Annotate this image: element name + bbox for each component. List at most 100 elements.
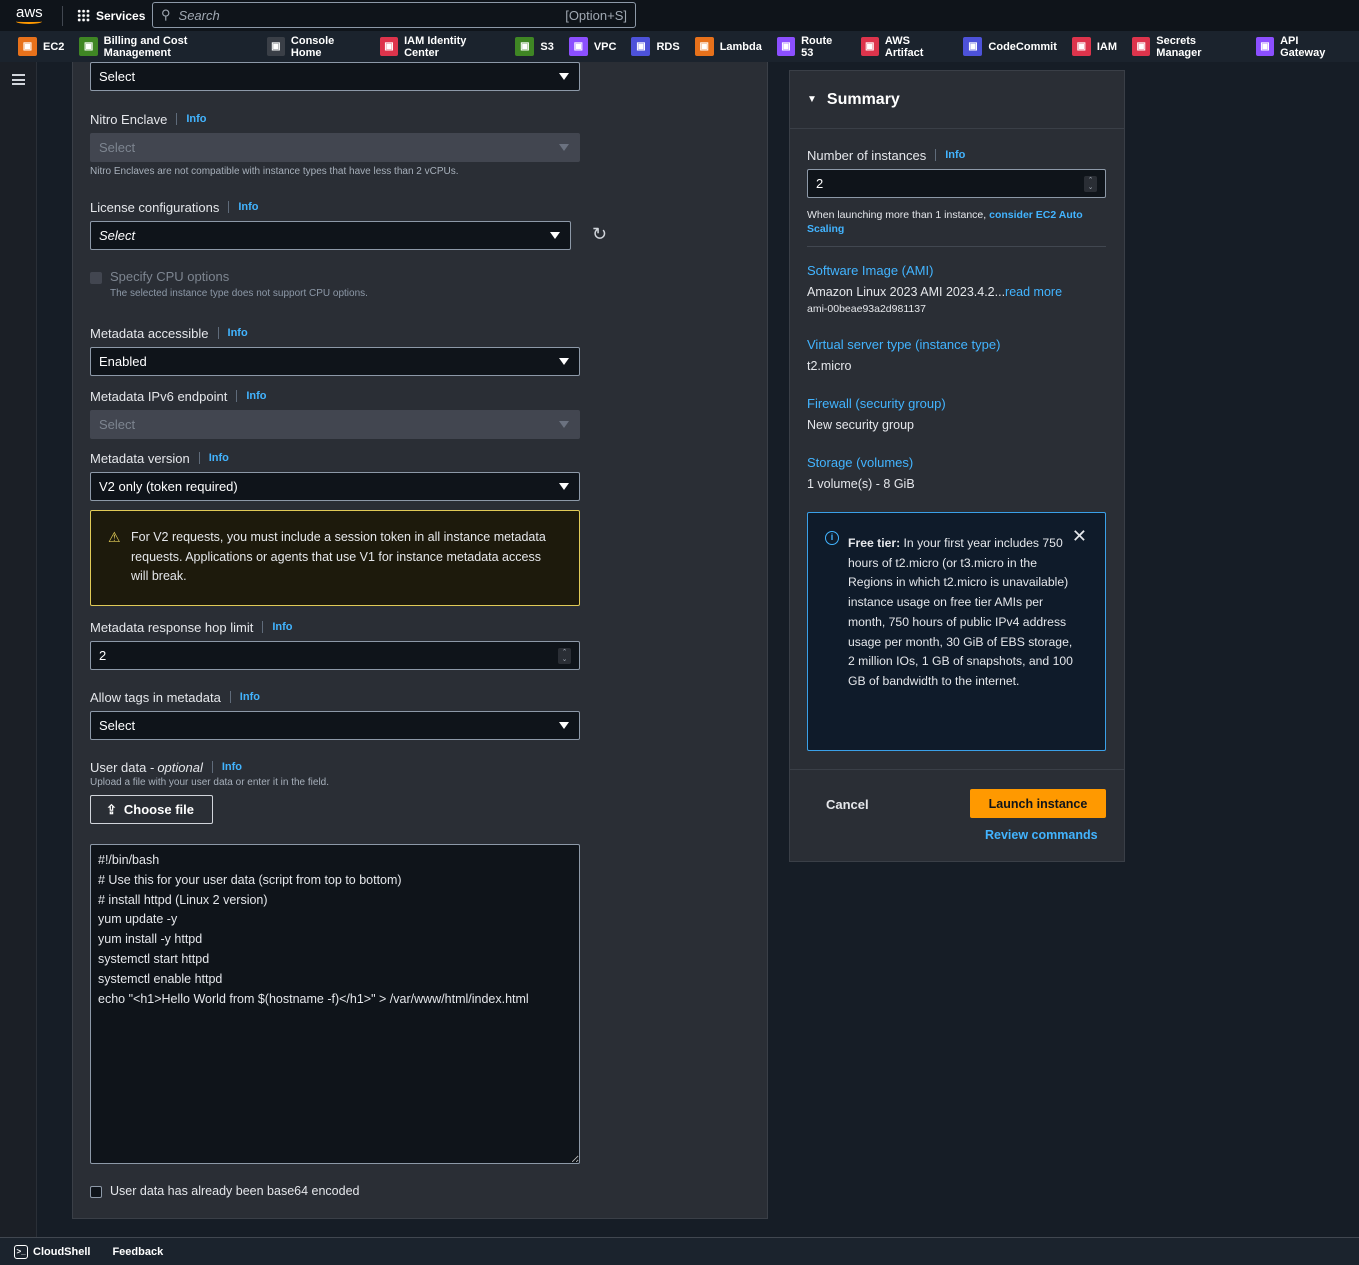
cancel-button[interactable]: Cancel [826,797,869,812]
ami-link[interactable]: Software Image (AMI) [807,263,1106,278]
route53-icon: ▣ [776,37,796,56]
ami-id: ami-00beae93a2d981137 [807,303,926,315]
favorite-label: EC2 [43,40,65,53]
services-menu-button[interactable]: Services [77,9,145,23]
caret-down-icon: ▼ [807,94,817,105]
stepper-icon[interactable]: ⌃ ⌄ [1084,176,1097,192]
choose-file-button[interactable]: ⇪ Choose file [90,795,213,824]
info-link[interactable]: Info [262,621,292,633]
info-link[interactable]: Info [211,761,242,773]
allow-tags-select[interactable]: Select [90,711,580,740]
cloudshell-button[interactable]: >_ CloudShell [14,1244,90,1259]
optional-label: optional [157,759,203,775]
read-more-link[interactable]: read more [1005,285,1062,299]
lambda-icon: ▣ [694,37,714,56]
identity-center-icon: ▣ [379,37,399,56]
upload-icon: ⇪ [106,801,117,817]
info-link[interactable]: Info [229,691,260,703]
metadata-warning-alert: ⚠ For V2 requests, you must include a ses… [90,510,580,606]
favorite-vpc[interactable]: ▣ VPC [568,37,617,56]
summary-header[interactable]: ▼ Summary [790,71,1124,129]
metadata-version-select[interactable]: V2 only (token required) [90,472,580,501]
cpu-options-checkbox [90,271,102,284]
license-select[interactable]: Select [90,221,571,250]
top-nav: aws Services ⚲ Search [Option+S] [0,0,1359,31]
favorite-iam[interactable]: ▣ IAM [1071,37,1118,56]
caret-down-icon [559,73,569,80]
info-link[interactable]: Info [176,113,206,125]
base64-checkbox[interactable] [90,1185,102,1198]
favorite-billing-and-cost-management[interactable]: ▣ Billing and Cost Management [79,35,251,59]
favorite-s3[interactable]: ▣ S3 [515,37,554,56]
ec2-icon: ▣ [18,37,37,56]
favorite-rds[interactable]: ▣ RDS [631,37,680,56]
favorite-iam-identity-center[interactable]: ▣ IAM Identity Center [379,34,501,59]
favorite-label: Lambda [719,40,762,53]
license-label: License configurations [90,199,220,215]
favorite-codecommit[interactable]: ▣ CodeCommit [963,37,1057,56]
favorite-label: IAM [1096,40,1118,53]
user-data-textarea[interactable]: #!/bin/bash # Use this for your user dat… [90,844,580,1164]
favorite-aws-artifact[interactable]: ▣ AWS Artifact [860,35,949,59]
services-label: Services [96,8,146,23]
info-link[interactable]: Info [228,201,259,213]
favorite-route-53[interactable]: ▣ Route 53 [776,35,846,59]
instance-type-value: t2.micro [807,359,852,373]
caret-down-icon [559,421,569,428]
api-gateway-icon: ▣ [1255,37,1275,56]
feedback-button[interactable]: Feedback [112,1246,163,1258]
grid-icon [77,9,90,22]
side-nav [0,62,37,1237]
search-shortcut: [Option+S] [565,7,627,23]
user-data-label: User data - [90,759,155,775]
cube-icon: ▣ [266,37,285,56]
info-link[interactable]: Info [198,452,229,464]
menu-icon[interactable] [12,74,25,85]
metadata-ipv6-label: Metadata IPv6 endpoint [90,388,228,404]
vpc-icon: ▣ [568,37,588,56]
storage-link[interactable]: Storage (volumes) [807,455,1106,470]
instances-input[interactable]: 2 ⌃ ⌄ [807,169,1106,198]
terminal-icon: >_ [14,1244,28,1259]
favorite-label: VPC [593,40,617,53]
favorite-console-home[interactable]: ▣ Console Home [266,35,365,59]
firewall-value: New security group [807,418,914,432]
aws-logo[interactable]: aws [16,4,46,24]
hop-limit-input[interactable]: 2 ⌃ ⌄ [90,641,580,670]
info-link[interactable]: Info [935,149,965,161]
favorite-ec2[interactable]: ▣ EC2 [18,37,64,56]
allow-tags-label: Allow tags in metadata [90,689,221,705]
logo-text: aws [16,4,43,21]
review-commands-link[interactable]: Review commands [985,828,1098,842]
top-select[interactable]: Select [90,62,580,91]
favorite-api-gateway[interactable]: ▣ API Gateway [1255,34,1344,59]
metadata-accessible-select[interactable]: Enabled [90,347,580,376]
advanced-details-form: Select Nitro Enclave Info Select Nitro En… [72,62,768,1219]
favorite-label: IAM Identity Center [404,34,467,59]
launch-instance-button[interactable]: Launch instance [970,789,1106,818]
favorite-label: RDS [656,40,680,53]
info-link[interactable]: Info [236,390,267,402]
favorite-lambda[interactable]: ▣ Lambda [694,37,762,56]
favorite-secrets-manager[interactable]: ▣ Secrets Manager [1132,35,1241,59]
instance-type-link[interactable]: Virtual server type (instance type) [807,337,1106,352]
summary-panel: ▼ Summary Number of instances Info 2 ⌃ ⌄ Whe… [789,70,1125,862]
firewall-link[interactable]: Firewall (security group) [807,396,1106,411]
favorite-label: Secrets Manager [1156,34,1202,59]
favorite-label: API Gateway [1280,34,1326,59]
refresh-icon[interactable]: ↻ [592,224,607,245]
warning-icon: ⚠ [108,529,121,545]
info-link[interactable]: Info [217,327,248,339]
storage-value: 1 volume(s) - 8 GiB [807,477,915,491]
search-input[interactable]: ⚲ Search [Option+S] [152,2,636,28]
caret-down-icon [559,144,569,151]
rds-icon: ▣ [631,37,651,56]
stepper-icon[interactable]: ⌃ ⌄ [558,648,571,664]
base64-label: User data has already been base64 encode… [110,1184,360,1198]
favorite-label: S3 [540,40,554,53]
instances-label: Number of instances [807,147,927,163]
nitro-hint: Nitro Enclaves are not compatible with i… [90,166,459,177]
caret-down-icon [559,722,569,729]
caret-down-icon [559,358,569,365]
close-icon[interactable]: ✕ [1072,526,1087,547]
